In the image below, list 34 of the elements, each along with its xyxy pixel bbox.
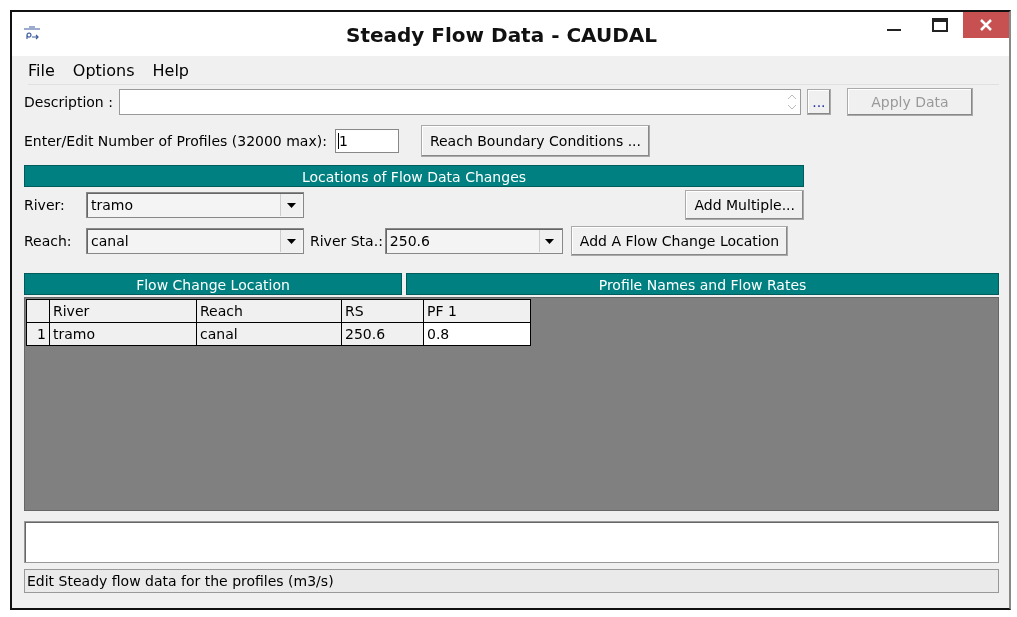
column-header: Reach xyxy=(196,299,342,323)
dropdown-arrow-icon xyxy=(286,238,296,244)
river-station-dropdown[interactable]: 250.6 xyxy=(384,228,563,254)
table-cell: canal xyxy=(196,322,342,346)
table-cell: tramo xyxy=(49,322,197,346)
reach-label: Reach: xyxy=(24,233,73,249)
river-label: River: xyxy=(24,197,66,213)
add-location-button[interactable]: Add A Flow Change Location xyxy=(570,226,789,256)
description-field[interactable] xyxy=(118,89,801,115)
menu-item[interactable]: Help xyxy=(152,60,189,80)
boundary-conditions-button[interactable]: Reach Boundary Conditions ... xyxy=(420,125,650,157)
reach-dropdown[interactable]: canal xyxy=(86,228,304,254)
table-group-header: Profile Names and Flow Rates xyxy=(406,273,999,295)
window-title: Steady Flow Data - CAUDAL xyxy=(345,22,658,47)
add-multiple-button[interactable]: Add Multiple... xyxy=(685,190,804,220)
dropdown-arrow-icon xyxy=(286,202,296,208)
row-number: 1 xyxy=(26,322,50,346)
menu-item[interactable]: Options xyxy=(72,60,135,80)
table-group-header: Flow Change Location xyxy=(24,273,402,295)
menu-item[interactable]: File xyxy=(28,60,55,80)
close-icon[interactable] xyxy=(963,12,1009,38)
river-dropdown[interactable]: tramo xyxy=(86,192,304,218)
column-header: RS xyxy=(341,299,424,323)
column-header: PF 1 xyxy=(423,299,531,323)
description-label: Description : xyxy=(24,94,113,110)
column-header: River xyxy=(49,299,197,323)
profiles-label: Enter/Edit Number of Profiles (32000 max): xyxy=(24,133,327,149)
status-bar: Edit Steady flow data for the profiles (m3/s) xyxy=(24,569,999,593)
section-header: Locations of Flow Data Changes xyxy=(24,165,804,187)
browse-button[interactable]: ... xyxy=(806,89,831,115)
app-icon xyxy=(22,26,42,42)
dropdown-arrow-icon xyxy=(545,238,555,244)
river-station-label: River Sta.: xyxy=(310,233,383,249)
profiles-field[interactable]: 1 xyxy=(334,129,399,153)
